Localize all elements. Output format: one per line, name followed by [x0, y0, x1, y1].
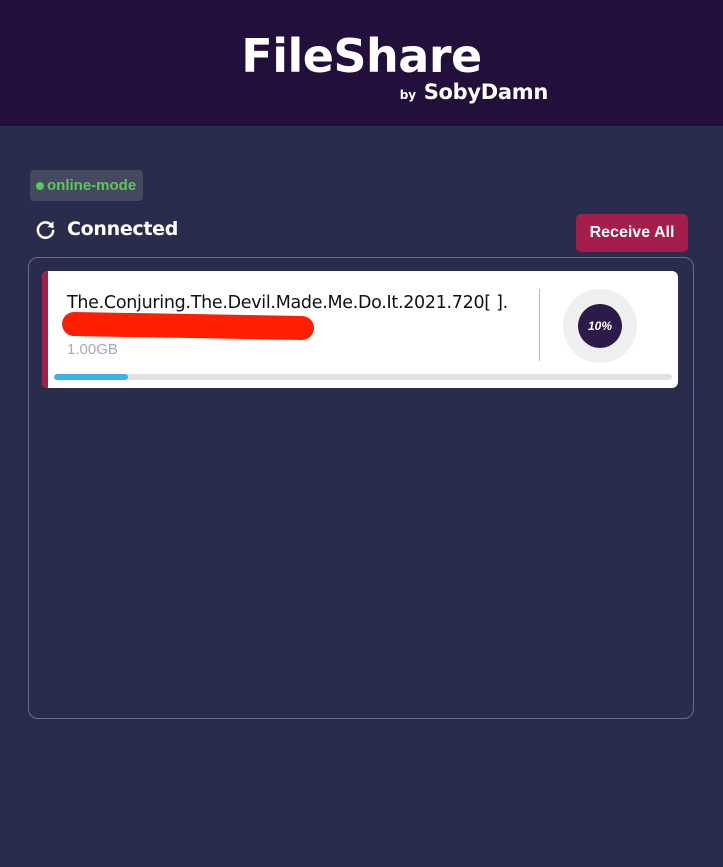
file-card[interactable]: The.Conjuring.The.Devil.Made.Me.Do.It.20…	[42, 271, 678, 388]
card-accent	[42, 271, 48, 388]
receive-all-button[interactable]: Receive All	[576, 214, 688, 252]
status-text: Connected	[67, 218, 179, 240]
app-title: FileShare	[241, 29, 482, 83]
byline-prefix: by	[399, 88, 417, 102]
progress-ring: 10%	[563, 289, 637, 363]
file-size: 1.00GB	[67, 341, 118, 358]
card-divider	[539, 289, 540, 361]
byline-author: SobyDamn	[423, 80, 549, 104]
refresh-icon[interactable]	[34, 218, 57, 241]
app-header: FileShare by SobyDamn	[0, 0, 723, 126]
status-dot-icon	[36, 181, 44, 190]
redaction-mark	[61, 311, 315, 341]
app-byline: by SobyDamn	[399, 80, 549, 104]
connection-status: Connected	[34, 216, 178, 242]
mode-label: online-mode	[47, 177, 137, 194]
progress-bar	[54, 374, 672, 380]
progress-bar-fill	[54, 374, 129, 380]
mode-badge: online-mode	[30, 170, 144, 201]
progress-percent: 10%	[578, 304, 622, 348]
